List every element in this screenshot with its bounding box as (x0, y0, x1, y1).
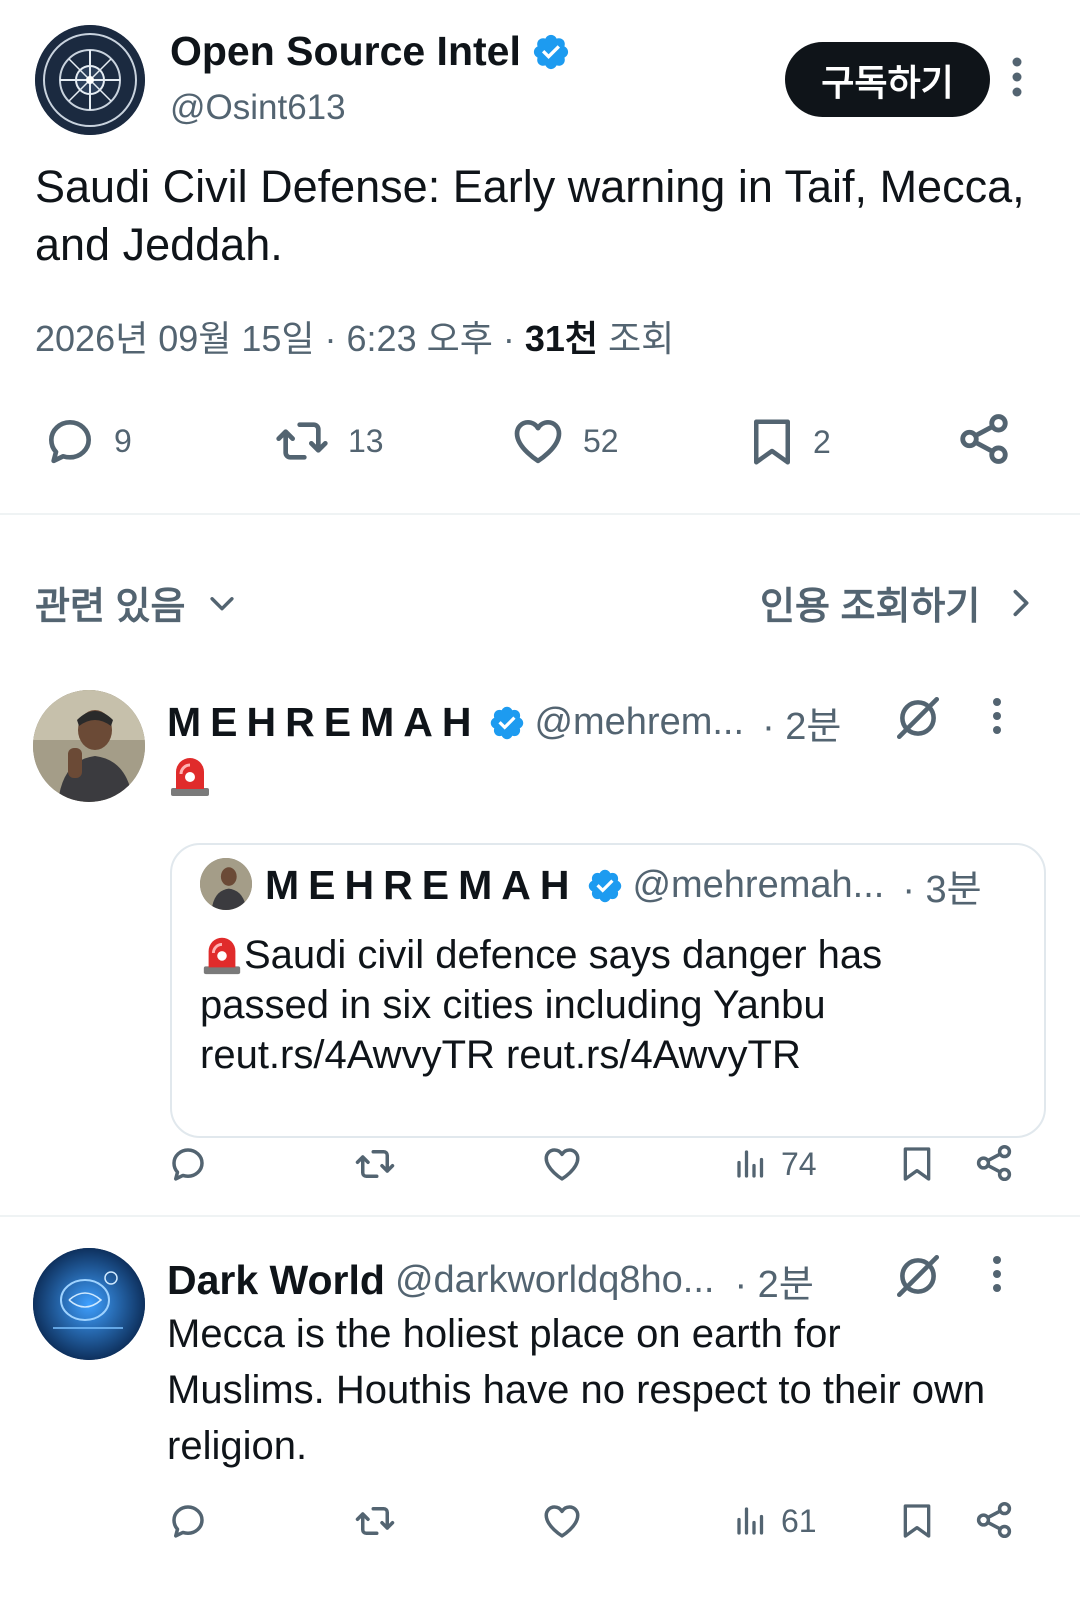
quote-author-name: MEHREMAH (265, 862, 579, 908)
reply-author-name[interactable]: MEHREMAH (167, 699, 480, 746)
author-name-row[interactable]: Open Source Intel (170, 28, 571, 75)
retweet-icon (270, 413, 334, 469)
reply-avatar[interactable] (33, 690, 145, 802)
reply-button[interactable] (167, 1143, 209, 1185)
views-count: 31천 (524, 318, 599, 359)
retweet-count: 13 (348, 422, 384, 459)
quote-header: MEHREMAH @mehremah... · 3분 (265, 858, 982, 913)
related-label: 관련 있음 (35, 586, 186, 628)
reply-button[interactable] (167, 1500, 209, 1542)
verified-badge-icon (531, 32, 571, 72)
related-dropdown[interactable]: 관련 있음 (35, 575, 239, 630)
tweet-date[interactable]: 2026년 09월 15일 · 6:23 오후 · (35, 318, 525, 359)
tweet-meta: 2026년 09월 15일 · 6:23 오후 · 31천 조회 (35, 310, 674, 362)
like-button[interactable] (540, 1500, 584, 1542)
reply-button[interactable]: 9 (40, 413, 132, 469)
bookmark-button[interactable]: 2 (745, 413, 831, 471)
grok-icon[interactable] (893, 1251, 943, 1301)
views-button[interactable]: 74 (733, 1143, 817, 1185)
more-options-icon[interactable] (990, 696, 1004, 736)
share-icon[interactable] (973, 1499, 1015, 1541)
reply-avatar[interactable] (33, 1248, 145, 1360)
reply-author-name[interactable]: Dark World (167, 1257, 385, 1304)
divider (0, 513, 1080, 515)
bookmark-count: 2 (813, 423, 831, 460)
heart-icon (540, 1143, 584, 1185)
reply-count: 9 (114, 422, 132, 459)
bookmark-icon (745, 413, 799, 471)
retweet-button[interactable] (352, 1500, 398, 1542)
quote-author-handle: @mehremah... (632, 864, 885, 906)
views-count: 61 (781, 1502, 817, 1539)
analytics-icon (733, 1143, 769, 1185)
analytics-icon (733, 1500, 769, 1542)
tweet-text: Saudi Civil Defense: Early warning in Ta… (35, 161, 1025, 270)
retweet-button[interactable]: 13 (270, 413, 384, 469)
reply-text: Mecca is the holiest place on earth for … (167, 1312, 986, 1468)
divider (0, 1215, 1080, 1217)
more-options-icon[interactable] (990, 1254, 1004, 1294)
reply-time[interactable]: · 2분 (734, 1253, 813, 1308)
like-button[interactable]: 52 (507, 413, 619, 469)
quote-text-line-2: passed in six cities including Yanbu (200, 983, 826, 1027)
bookmark-icon[interactable] (897, 1500, 937, 1542)
bookmark-icon[interactable] (897, 1143, 937, 1185)
chevron-right-icon (1010, 586, 1032, 620)
author-avatar[interactable] (35, 25, 145, 135)
retweet-button[interactable] (352, 1143, 398, 1185)
quote-time: · 3분 (902, 869, 982, 911)
reply-icon (40, 413, 100, 469)
reply-icon (167, 1143, 209, 1185)
reply-header: MEHREMAH @mehrem... · 2분 (167, 695, 841, 750)
reply-author-handle[interactable]: @mehrem... (534, 701, 744, 744)
views-button[interactable]: 61 (733, 1500, 817, 1542)
quote-avatar (200, 858, 252, 910)
like-button[interactable] (540, 1143, 584, 1185)
chevron-down-icon (205, 586, 239, 620)
more-options-icon[interactable] (1010, 55, 1024, 99)
quote-link-text[interactable]: reut.rs/4AwvyTR reut.rs/4AwvyTR (200, 1030, 1020, 1080)
reply-icon (167, 1500, 209, 1542)
author-handle[interactable]: @Osint613 (170, 88, 346, 128)
author-name[interactable]: Open Source Intel (170, 28, 521, 75)
grok-icon[interactable] (893, 693, 943, 743)
reply-time[interactable]: · 2분 (762, 695, 841, 750)
view-quotes-label: 인용 조회하기 (760, 586, 981, 628)
views-count: 74 (781, 1145, 817, 1182)
quote-text-line-1: Saudi civil defence says danger has (244, 933, 883, 977)
reply-header: Dark World @darkworldq8ho... · 2분 (167, 1253, 814, 1308)
siren-emoji-icon (167, 752, 213, 798)
siren-emoji-icon (200, 932, 244, 976)
verified-badge-icon (488, 704, 526, 742)
reply-author-handle[interactable]: @darkworldq8ho... (395, 1259, 715, 1302)
heart-icon (507, 413, 569, 469)
verified-badge-icon (586, 867, 624, 905)
view-quotes-link[interactable]: 인용 조회하기 (760, 575, 1032, 630)
quote-text: Saudi civil defence says danger has pass… (200, 930, 1020, 1080)
views-label: 조회 (598, 318, 675, 359)
retweet-icon (352, 1500, 398, 1542)
like-count: 52 (583, 422, 619, 459)
heart-icon (540, 1500, 584, 1542)
retweet-icon (352, 1143, 398, 1185)
share-icon[interactable] (973, 1142, 1015, 1184)
share-icon[interactable] (955, 410, 1013, 468)
subscribe-button[interactable]: 구독하기 (785, 42, 990, 117)
